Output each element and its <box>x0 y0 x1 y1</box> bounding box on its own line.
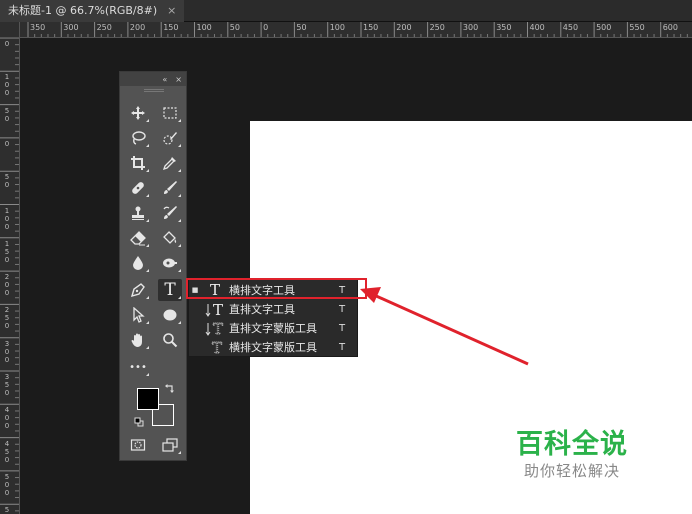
watermark-subtitle: 助你轻松解决 <box>524 462 621 480</box>
watermark-title: 百科全说 <box>516 429 628 460</box>
photoshop-window: 未标题-1 @ 66.7%(RGB/8#) × 350 300 250 200 150 1… <box>0 0 692 514</box>
foreground-color-swatch[interactable] <box>137 388 159 410</box>
